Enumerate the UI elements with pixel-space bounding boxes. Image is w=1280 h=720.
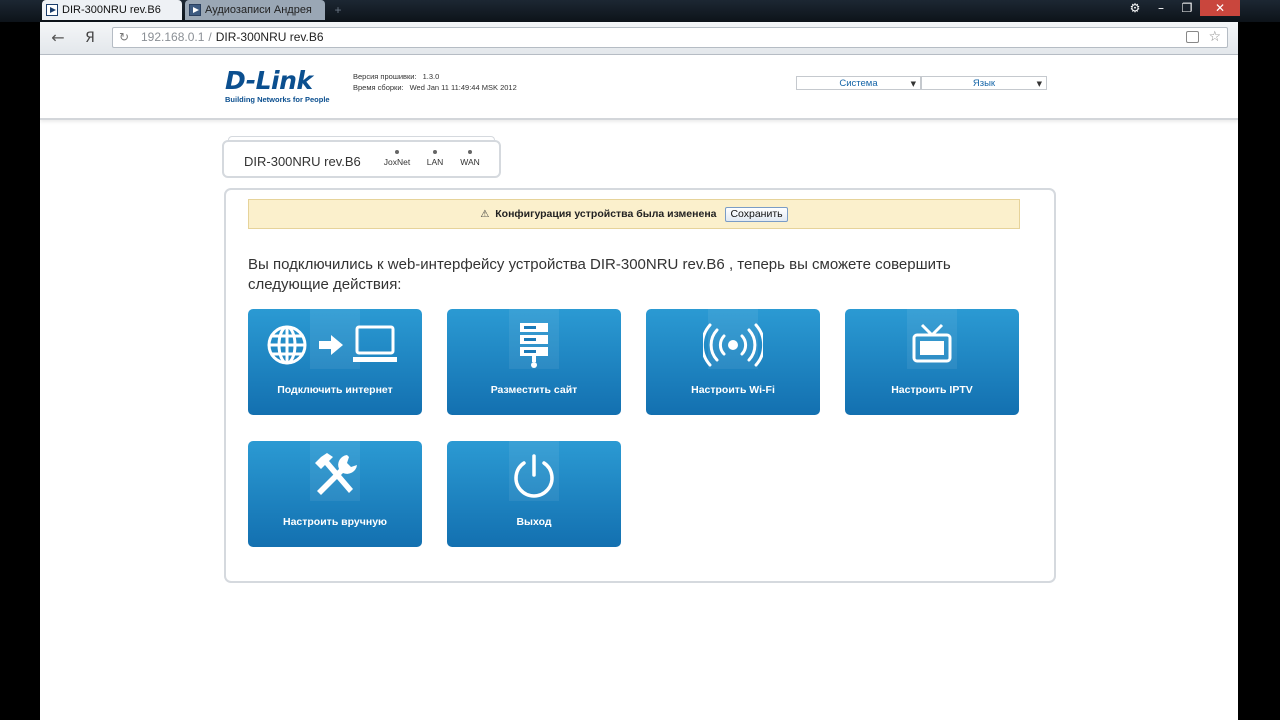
window-controls: ⚙ – ❐ ✕: [1122, 0, 1240, 18]
status-dot-icon: [395, 150, 399, 154]
address-bar[interactable]: ↻ 192.168.0.1/DIR-300NRU rev.B6 ☆: [112, 27, 1228, 48]
tab-title: DIR-300NRU rev.B6: [62, 4, 161, 16]
tile-manual-setup[interactable]: Настроить вручную: [248, 441, 422, 547]
tile-label: Настроить Wi-Fi: [691, 384, 775, 396]
wifi-icon: [646, 321, 820, 369]
tile-label: Подключить интернет: [277, 384, 393, 396]
server-icon: [447, 321, 621, 369]
tile-label: Разместить сайт: [490, 384, 578, 396]
minimize-button[interactable]: –: [1148, 0, 1174, 16]
notice-text: Конфигурация устройства была изменена: [495, 208, 717, 220]
device-status-tab: DIR-300NRU rev.B6 JoxNet LAN WAN: [222, 136, 501, 178]
intro-text: Вы подключились к web-интерфейсу устройс…: [248, 256, 951, 293]
device-name: DIR-300NRU rev.B6: [244, 154, 361, 169]
tile-logout[interactable]: Выход: [447, 441, 621, 547]
chevron-down-icon: ▼: [1036, 80, 1042, 88]
tile-setup-iptv[interactable]: Настроить IPTV: [845, 309, 1019, 415]
tv-icon: [845, 321, 1019, 369]
logo-tagline: Building Networks for People: [225, 95, 330, 104]
led-label: LAN: [426, 157, 444, 167]
yandex-button[interactable]: Я: [80, 28, 100, 48]
tile-label: Настроить IPTV: [891, 384, 973, 396]
tile-setup-wifi[interactable]: Настроить Wi-Fi: [646, 309, 820, 415]
settings-icon[interactable]: ⚙: [1122, 0, 1148, 16]
tab-title: Аудиозаписи Андрея: [205, 4, 312, 16]
tile-host-site[interactable]: Разместить сайт: [447, 309, 621, 415]
address-text: 192.168.0.1/DIR-300NRU rev.B6: [141, 28, 324, 47]
tab-router[interactable]: DIR-300NRU rev.B6: [42, 0, 182, 20]
system-menu-dropdown[interactable]: Система ▼: [796, 76, 921, 90]
dlink-logo: D-Link Building Networks for People: [225, 66, 330, 105]
led-label: WAN: [460, 157, 480, 167]
tile-connect-internet[interactable]: Подключить интернет: [248, 309, 422, 415]
logo-brand: D-Link: [225, 66, 313, 95]
main-panel: ⚠ Конфигурация устройства была изменена …: [224, 188, 1056, 583]
tile-label: Выход: [516, 516, 552, 528]
build-value: Wed Jan 11 11:49:44 MSK 2012: [409, 83, 517, 92]
status-dot-icon: [468, 150, 472, 154]
tab-audio[interactable]: Аудиозаписи Андрея: [185, 0, 325, 20]
led-indicator-wan: WAN: [453, 150, 487, 167]
language-menu-dropdown[interactable]: Язык ▼: [921, 76, 1047, 90]
page-action-icon[interactable]: [1186, 31, 1199, 43]
back-button[interactable]: ←: [48, 28, 68, 48]
address-host: 192.168.0.1: [141, 30, 205, 44]
firmware-info: Версия прошивки: 1.3.0 Время сборки: Wed J…: [353, 71, 517, 93]
bookmark-star-icon[interactable]: ☆: [1208, 28, 1221, 47]
chevron-down-icon: ▼: [910, 80, 916, 88]
reload-icon[interactable]: ↻: [119, 28, 129, 47]
router-favicon-icon: [46, 4, 58, 16]
tools-icon: [248, 453, 422, 501]
browser-title-bar: DIR-300NRU rev.B6 Аудиозаписи Андрея + ⚙…: [0, 0, 1280, 22]
firmware-label: Версия прошивки:: [353, 72, 417, 81]
led-indicator-lan: LAN: [418, 150, 452, 167]
tile-label: Настроить вручную: [282, 516, 387, 528]
warning-icon: ⚠: [480, 209, 490, 220]
firmware-value: 1.3.0: [422, 72, 440, 81]
globe-to-computer-icon: [248, 321, 422, 369]
browser-toolbar: ← Я ↻ 192.168.0.1/DIR-300NRU rev.B6 ☆: [40, 22, 1238, 55]
system-menu-label: Система: [839, 78, 878, 89]
power-icon: [447, 453, 621, 501]
build-label: Время сборки:: [353, 83, 404, 92]
address-separator: /: [208, 30, 212, 44]
router-header: D-Link Building Networks for People Верс…: [40, 55, 1238, 120]
new-tab-button[interactable]: +: [330, 4, 346, 17]
restore-button[interactable]: ❐: [1174, 0, 1200, 16]
page-viewport: D-Link Building Networks for People Верс…: [40, 55, 1238, 720]
audio-favicon-icon: [189, 4, 201, 16]
close-button[interactable]: ✕: [1200, 0, 1240, 16]
led-indicator-joxnet: JoxNet: [380, 150, 414, 167]
status-dot-icon: [433, 150, 437, 154]
address-page-title: DIR-300NRU rev.B6: [215, 30, 324, 44]
language-menu-label: Язык: [972, 78, 996, 89]
config-changed-notice: ⚠ Конфигурация устройства была изменена …: [248, 199, 1020, 229]
led-label: JoxNet: [383, 157, 411, 167]
save-button[interactable]: Сохранить: [725, 206, 788, 222]
